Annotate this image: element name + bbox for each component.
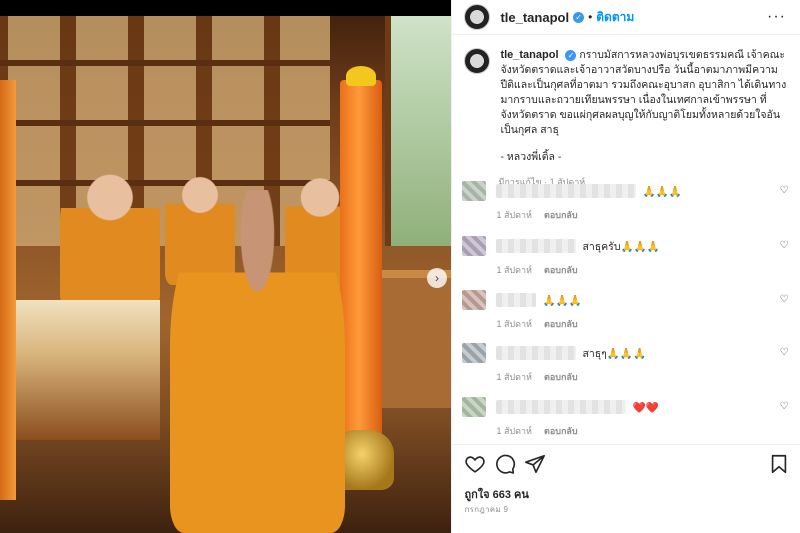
post-date[interactable]: กรกฎาคม 9 (464, 503, 508, 516)
photo-candle (340, 80, 382, 440)
photo-shelf (0, 180, 330, 186)
verified-badge-icon: ✓ (573, 11, 585, 23)
comment-username-blurred (496, 293, 537, 307)
comment-time: 1 สัปดาห์ (496, 210, 532, 220)
comment-reply-button[interactable]: ตอบกลับ (544, 426, 578, 436)
comment-item: 🙏🙏🙏 ♡ 1 สัปดาห์ ตอบกลับ (462, 289, 792, 341)
caption-signature: - หลวงพี่เติ้ล - (500, 151, 562, 163)
next-photo-button[interactable]: › (427, 268, 447, 288)
follow-button[interactable]: ติดตาม (596, 8, 634, 27)
comment-item: สาธุครับ🙏🙏🙏 ♡ 1 สัปดาห์ ตอบกลับ (462, 235, 792, 287)
photo-shelf (0, 60, 330, 66)
actions-divider (452, 444, 800, 445)
comment-like-heart-icon[interactable]: ♡ (779, 185, 788, 196)
comment-text: 🙏🙏🙏 (642, 185, 682, 198)
comment-avatar[interactable] (462, 236, 487, 256)
comment-like-heart-icon[interactable]: ♡ (779, 401, 788, 412)
author-username[interactable]: tle_tanapol (500, 10, 569, 25)
comment-text: 🙏🙏🙏 (542, 294, 582, 307)
comment-reply-button[interactable]: ตอบกลับ (544, 265, 578, 275)
comment-reply-button[interactable]: ตอบกลับ (544, 372, 578, 382)
chevron-right-icon: › (435, 271, 439, 285)
comment-reply-button[interactable]: ตอบกลับ (544, 210, 578, 220)
comment-avatar[interactable] (462, 397, 487, 417)
comment-time: 1 สัปดาห์ (496, 265, 532, 275)
more-options-icon[interactable]: ··· (767, 8, 786, 26)
likes-count[interactable]: ถูกใจ 663 คน (464, 485, 528, 503)
post-header: tle_tanapol ✓ • ติดตาม ··· (452, 0, 800, 35)
photo-monk-left (60, 160, 160, 310)
bookmark-icon[interactable] (768, 453, 790, 475)
caption-verified-icon: ✓ (565, 49, 577, 61)
comment-text: ❤️❤️ (632, 401, 659, 414)
photo-window (385, 16, 452, 246)
share-send-icon[interactable] (524, 453, 546, 475)
comment-avatar[interactable] (462, 181, 487, 201)
post-caption: tle_tanapol ✓ กราบมัสการหลวงพ่อบุรเขตธรร… (464, 48, 790, 189)
post-side-panel: tle_tanapol ✓ • ติดตาม ··· tle_tanapol ✓… (451, 0, 800, 533)
comment-reply-button[interactable]: ตอบกลับ (544, 319, 578, 329)
photo-top-bar (0, 0, 452, 16)
like-heart-icon[interactable] (464, 453, 486, 475)
caption-body: กราบมัสการหลวงพ่อบุรเขตธรรมคณี เจ้าคณะจั… (500, 49, 787, 136)
comment-bubble-icon[interactable] (494, 453, 516, 475)
author-avatar[interactable] (464, 4, 491, 30)
comment-time: 1 สัปดาห์ (496, 372, 532, 382)
comment-avatar[interactable] (462, 343, 487, 363)
caption-text: tle_tanapol ✓ กราบมัสการหลวงพ่อบุรเขตธรร… (500, 48, 790, 165)
photo-candle-top (346, 66, 376, 86)
comment-username-blurred (496, 400, 627, 414)
caption-username[interactable]: tle_tanapol (500, 49, 558, 61)
photo-shelf (0, 120, 330, 126)
comment-username-blurred (496, 184, 637, 198)
comment-avatar[interactable] (462, 290, 487, 310)
comment-text: สาธุครับ🙏🙏🙏 (582, 240, 660, 253)
comment-text: สาธุๆ🙏🙏🙏 (582, 347, 647, 360)
comment-time: 1 สัปดาห์ (496, 426, 532, 436)
header-separator: • (588, 10, 593, 24)
comment-time: 1 สัปดาห์ (496, 319, 532, 329)
post-actions-bar (462, 453, 792, 477)
comment-like-heart-icon[interactable]: ♡ (779, 347, 788, 358)
photo-altar (10, 300, 160, 440)
comment-item: สาธุๆ🙏🙏🙏 ♡ 1 สัปดาห์ ตอบกลับ (462, 342, 792, 394)
comment-like-heart-icon[interactable]: ♡ (779, 294, 788, 305)
photo-candle-left (0, 80, 16, 500)
caption-author-avatar[interactable] (464, 48, 491, 74)
photo-main-monk (170, 190, 345, 533)
comment-username-blurred (496, 346, 577, 360)
comment-item: 🙏🙏🙏 ♡ 1 สัปดาห์ ตอบกลับ (462, 180, 792, 232)
instagram-post-view: › tle_tanapol ✓ • ติดตาม ··· tle_tanapol… (0, 0, 800, 533)
post-photo[interactable]: › (0, 0, 452, 533)
comment-username-blurred (496, 239, 577, 253)
comment-item: ❤️❤️ ♡ 1 สัปดาห์ ตอบกลับ (462, 396, 792, 448)
photo-bench (380, 270, 452, 408)
comment-like-heart-icon[interactable]: ♡ (779, 240, 788, 251)
